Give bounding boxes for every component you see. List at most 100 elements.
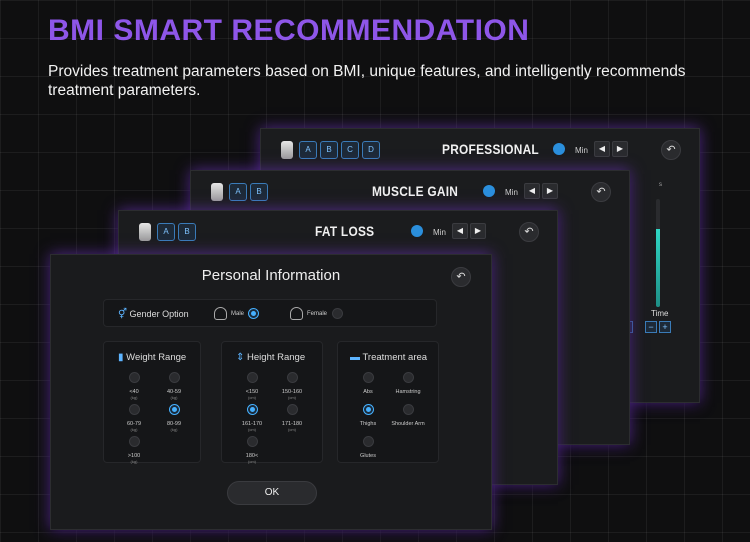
treatment-option-label: Hamstring: [395, 389, 421, 395]
height-option-unit: (cm): [248, 459, 256, 464]
treatment-radio[interactable]: [402, 404, 414, 415]
female-radio[interactable]: [332, 308, 343, 319]
fat-loss-title: FAT LOSS: [315, 223, 375, 239]
tab-b[interactable]: B: [250, 183, 268, 201]
next-arrow-button[interactable]: ▶: [612, 141, 628, 157]
personal-info-panel: Personal Information ↶ ⚥ Gender Option M…: [50, 254, 492, 530]
female-person-icon: [290, 307, 303, 320]
weight-radio[interactable]: [168, 372, 180, 383]
professional-title: PROFESSIONAL: [442, 141, 539, 157]
time-label: Time: [651, 309, 669, 318]
next-arrow-button[interactable]: ▶: [470, 223, 486, 239]
weight-option[interactable]: 60-79 (kg): [114, 402, 154, 432]
ok-button[interactable]: OK: [227, 481, 317, 505]
treatment-option-label: Glutes: [360, 453, 376, 459]
professional-topbar: A B C D PROFESSIONAL Min ◀ ▶ ↶: [261, 129, 699, 171]
tab-a[interactable]: A: [157, 223, 175, 241]
time-minus-button[interactable]: −: [645, 321, 657, 333]
treatment-icon: ▬: [350, 352, 360, 363]
time-slider[interactable]: [656, 199, 660, 307]
height-icon: ⇕: [236, 352, 245, 363]
height-radio[interactable]: [246, 436, 258, 447]
treatment-area-card: ▬ Treatment area Abs Hamstring Thighs Sh…: [337, 341, 439, 463]
height-option[interactable]: <150 (cm): [232, 370, 272, 400]
weight-option-unit: (kg): [130, 427, 138, 432]
gender-icon: ⚥: [118, 309, 128, 320]
treatment-option[interactable]: Shoulder Arm: [388, 402, 428, 427]
min-label: Min: [575, 146, 588, 155]
treatment-option[interactable]: Abs: [348, 370, 388, 395]
male-radio[interactable]: [248, 308, 259, 319]
height-option[interactable]: 180< (cm): [232, 434, 272, 464]
device-icon: [211, 183, 223, 201]
tab-b[interactable]: B: [320, 141, 338, 159]
back-button[interactable]: ↶: [591, 182, 611, 202]
height-option-unit: (cm): [288, 427, 296, 432]
back-button[interactable]: ↶: [451, 267, 471, 287]
height-option[interactable]: 150-160 (cm): [272, 370, 312, 400]
weight-option-unit: (kg): [130, 459, 138, 464]
weight-option-unit: (kg): [170, 427, 178, 432]
height-option-unit: (cm): [248, 395, 256, 400]
weight-radio[interactable]: [128, 436, 140, 447]
weight-option[interactable]: 40-59 (kg): [154, 370, 194, 400]
male-label: Male: [231, 311, 245, 317]
time-slider-fill: [656, 229, 660, 307]
treatment-option-label: Thighs: [359, 421, 377, 427]
subtitle: Provides treatment parameters based on B…: [48, 63, 686, 99]
back-button[interactable]: ↶: [519, 222, 539, 242]
height-radio[interactable]: [246, 404, 258, 415]
treatment-radio[interactable]: [362, 436, 374, 447]
height-option-unit: (cm): [288, 395, 296, 400]
muscle-gain-title: MUSCLE GAIN: [372, 183, 459, 199]
timer-icon: [411, 225, 423, 237]
gender-label: ⚥ Gender Option: [118, 309, 189, 320]
height-option[interactable]: 161-170 (cm): [232, 402, 272, 432]
weight-range-card: ▮ Weight Range <40 (kg) 40-59 (kg) 60-79…: [103, 341, 201, 464]
height-radio[interactable]: [246, 372, 258, 383]
tab-b[interactable]: B: [178, 223, 196, 241]
tab-a[interactable]: A: [229, 183, 247, 201]
prev-arrow-button[interactable]: ◀: [524, 183, 540, 199]
weight-radio[interactable]: [128, 372, 140, 383]
device-icon: [139, 223, 151, 241]
weight-option[interactable]: 80-99 (kg): [154, 402, 194, 432]
height-radio[interactable]: [286, 404, 298, 415]
next-arrow-button[interactable]: ▶: [542, 183, 558, 199]
min-label: Min: [505, 188, 518, 197]
slider-top-label: s: [659, 182, 662, 188]
tab-a[interactable]: A: [299, 141, 317, 159]
female-label: Female: [307, 311, 328, 317]
treatment-option[interactable]: Glutes: [348, 434, 388, 459]
treatment-radio[interactable]: [402, 372, 414, 383]
treatment-option[interactable]: Hamstring: [388, 370, 428, 395]
prev-arrow-button[interactable]: ◀: [594, 141, 610, 157]
height-radio[interactable]: [286, 372, 298, 383]
treatment-option[interactable]: Thighs: [348, 402, 388, 427]
time-plus-button[interactable]: +: [659, 321, 671, 333]
weight-range-title: ▮ Weight Range: [118, 352, 187, 363]
height-range-card: ⇕ Height Range <150 (cm) 150-160 (cm) 16…: [221, 341, 323, 464]
timer-icon: [553, 143, 565, 155]
height-range-title: ⇕ Height Range: [236, 352, 306, 363]
headline: BMI SMART RECOMMENDATION: [48, 14, 530, 47]
weight-option[interactable]: >100 (kg): [114, 434, 154, 464]
gender-option-box: ⚥ Gender Option Male Female: [103, 299, 437, 327]
weight-radio[interactable]: [128, 404, 140, 415]
prev-arrow-button[interactable]: ◀: [452, 223, 468, 239]
weight-radio[interactable]: [168, 404, 180, 415]
treatment-radio[interactable]: [362, 372, 374, 383]
back-button[interactable]: ↶: [661, 140, 681, 160]
treatment-radio[interactable]: [362, 404, 374, 415]
professional-tabs: A B C D: [299, 141, 380, 159]
height-option-unit: (cm): [248, 427, 256, 432]
tab-c[interactable]: C: [341, 141, 359, 159]
weight-option[interactable]: <40 (kg): [114, 370, 154, 400]
height-option[interactable]: 171-180 (cm): [272, 402, 312, 432]
timer-icon: [483, 185, 495, 197]
device-icon: [281, 141, 293, 159]
tab-d[interactable]: D: [362, 141, 380, 159]
treatment-area-title: ▬ Treatment area: [350, 352, 428, 363]
page-title: Personal Information: [201, 267, 341, 284]
weight-option-unit: (kg): [130, 395, 138, 400]
